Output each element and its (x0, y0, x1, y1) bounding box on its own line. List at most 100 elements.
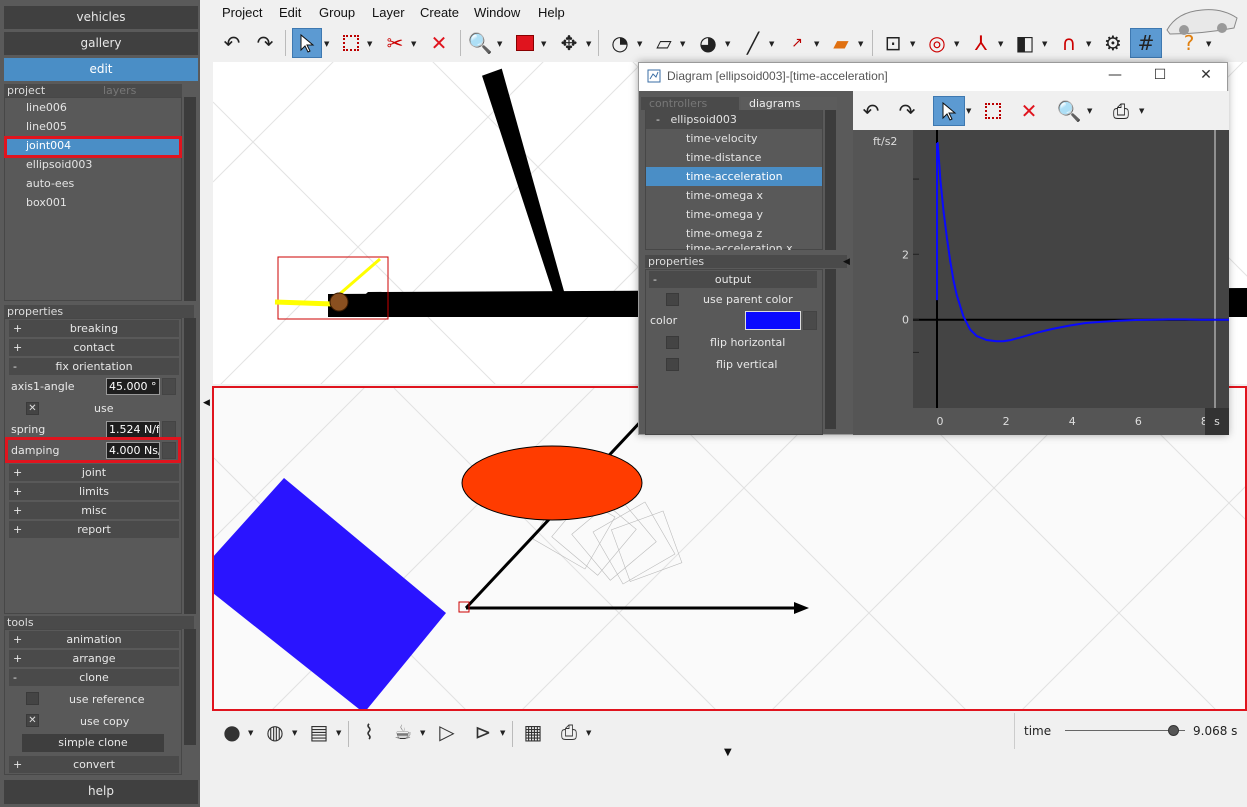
flip-horizontal-checkbox[interactable] (666, 336, 679, 349)
gear-icon[interactable]: ⚙ (1098, 28, 1128, 58)
expand-down-icon[interactable]: ▼ (724, 747, 732, 758)
diagram-tree-root[interactable]: - ellipsoid003 (646, 110, 822, 129)
diagram-item-time-acceleration[interactable]: time-acceleration (646, 167, 822, 186)
acceleration-chart[interactable]: ft/s2 2 0 0 2 4 6 8 s (853, 130, 1247, 435)
zoom-icon[interactable]: 🔍 (465, 28, 495, 58)
properties-scrollbar[interactable] (184, 318, 196, 614)
diagram-properties-scrollbar[interactable] (825, 269, 836, 429)
diagram-item-time-omega-x[interactable]: time-omega x (646, 186, 822, 205)
diagram-redo-icon[interactable]: ↷ (891, 96, 923, 126)
plane-icon[interactable]: ▱ (649, 28, 679, 58)
diagram-zoom-icon[interactable]: 🔍 (1053, 96, 1085, 126)
menu-window[interactable]: Window (474, 5, 520, 20)
diagram-select-icon[interactable] (933, 96, 965, 126)
gallery-button[interactable]: gallery (4, 32, 198, 55)
chevron-down-icon[interactable]: ▼ (725, 40, 730, 48)
grid-icon[interactable]: # (1130, 28, 1162, 58)
chevron-down-icon[interactable]: ▼ (1042, 40, 1047, 48)
panel-layout-icon[interactable]: ▤ (304, 717, 334, 747)
help-button[interactable]: help (4, 780, 198, 804)
group-limits[interactable]: + limits (9, 483, 179, 500)
camera-target-icon[interactable]: ⊡ (878, 28, 908, 58)
menu-help[interactable]: Help (538, 5, 565, 20)
menu-project[interactable]: Project (222, 5, 262, 20)
diagram-titlebar[interactable]: Diagram [ellipsoid003]-[time-acceleratio… (639, 63, 1227, 91)
chevron-down-icon[interactable]: ▼ (1086, 40, 1091, 48)
notes-icon[interactable]: ▦ (518, 717, 548, 747)
diagram-delete-icon[interactable]: ✕ (1013, 96, 1045, 126)
flip-vertical-checkbox[interactable] (666, 358, 679, 371)
chevron-down-icon[interactable]: ▼ (910, 40, 915, 48)
teapot-icon[interactable]: ☕ (388, 717, 418, 747)
use-checkbox[interactable]: ✕ (26, 402, 39, 415)
chevron-down-icon[interactable]: ▼ (586, 729, 591, 737)
group-animation[interactable]: + animation (9, 631, 179, 648)
tree-item-box001[interactable]: box001 (26, 196, 67, 209)
collapse-properties-icon[interactable]: ◀ (843, 257, 850, 267)
chevron-down-icon[interactable]: ▼ (367, 40, 372, 48)
chevron-down-icon[interactable]: ▼ (292, 729, 297, 737)
tree-item-line006[interactable]: line006 (26, 101, 67, 114)
time-slider-knob[interactable] (1168, 725, 1179, 736)
use-reference-checkbox[interactable] (26, 692, 39, 705)
chevron-down-icon[interactable]: ▼ (1206, 40, 1211, 48)
sphere-icon[interactable]: ● (217, 717, 247, 747)
chevron-down-icon[interactable]: ▼ (954, 40, 959, 48)
group-clone[interactable]: - clone (9, 669, 179, 686)
joint004-marker[interactable] (329, 292, 349, 312)
tab-layers[interactable]: layers (100, 84, 182, 97)
line-icon[interactable]: ╱ (738, 28, 768, 58)
group-convert[interactable]: + convert (9, 756, 179, 773)
gauge-icon[interactable]: ◔ (605, 28, 635, 58)
chevron-down-icon[interactable]: ▼ (500, 729, 505, 737)
chevron-down-icon[interactable]: ▼ (336, 729, 341, 737)
group-report[interactable]: + report (9, 521, 179, 538)
chevron-down-icon[interactable]: ▼ (324, 40, 329, 48)
close-icon[interactable]: ✕ (1196, 67, 1216, 83)
delete-icon[interactable]: ✕ (424, 28, 454, 58)
tree-item-ellipsoid003[interactable]: ellipsoid003 (26, 158, 92, 171)
box001-shape[interactable] (214, 478, 446, 709)
chevron-down-icon[interactable]: ▼ (858, 40, 863, 48)
chevron-down-icon[interactable]: ▼ (248, 729, 253, 737)
diagram-rect-select-icon[interactable] (977, 96, 1009, 126)
ellipsoid003-shape[interactable] (461, 445, 643, 521)
color-swatch[interactable] (745, 311, 801, 330)
chevron-down-icon[interactable]: ▼ (966, 107, 971, 115)
material-icon[interactable]: ◍ (260, 717, 290, 747)
simple-clone-button[interactable]: simple clone (22, 734, 164, 752)
spring-spinner[interactable] (162, 421, 176, 438)
rect-select-icon[interactable] (336, 28, 366, 58)
diagram-undo-icon[interactable]: ↶ (855, 96, 887, 126)
group-breaking[interactable]: + breaking (9, 320, 179, 337)
ruler-icon[interactable]: ▰ (826, 28, 856, 58)
chevron-down-icon[interactable]: ▼ (420, 729, 425, 737)
group-output[interactable]: - output (649, 271, 817, 288)
use-parent-color-checkbox[interactable] (666, 293, 679, 306)
spring-input[interactable]: 1.524 N/ft (106, 421, 160, 438)
measure-icon[interactable]: ↗ (782, 28, 812, 58)
chevron-down-icon[interactable]: ▼ (814, 40, 819, 48)
chevron-down-icon[interactable]: ▼ (411, 40, 416, 48)
group-arrange[interactable]: + arrange (9, 650, 179, 667)
diagram-print-icon[interactable]: ⎙ (1105, 96, 1137, 126)
diagram-tree-scrollbar[interactable] (825, 110, 836, 250)
edit-button[interactable]: edit (4, 58, 198, 81)
step-icon[interactable]: ⊳ (468, 717, 498, 747)
tab-project[interactable]: project (4, 84, 100, 97)
chevron-down-icon[interactable]: ▼ (998, 40, 1003, 48)
axis1-angle-spinner[interactable] (162, 378, 176, 395)
box-create-icon[interactable] (510, 28, 540, 58)
play-icon[interactable]: ▷ (432, 717, 462, 747)
tree-item-auto-ees[interactable]: auto-ees (26, 177, 74, 190)
maximize-icon[interactable]: ☐ (1150, 67, 1170, 83)
help-icon[interactable]: ? (1174, 28, 1204, 58)
diagram-item-time-velocity[interactable]: time-velocity (646, 129, 822, 148)
group-misc[interactable]: + misc (9, 502, 179, 519)
target-icon[interactable]: ◎ (922, 28, 952, 58)
tools-scrollbar[interactable] (184, 629, 196, 745)
undo-icon[interactable]: ↶ (217, 28, 247, 58)
line006-shape[interactable] (475, 68, 587, 312)
menu-layer[interactable]: Layer (372, 5, 405, 20)
tree-item-line005[interactable]: line005 (26, 120, 67, 133)
